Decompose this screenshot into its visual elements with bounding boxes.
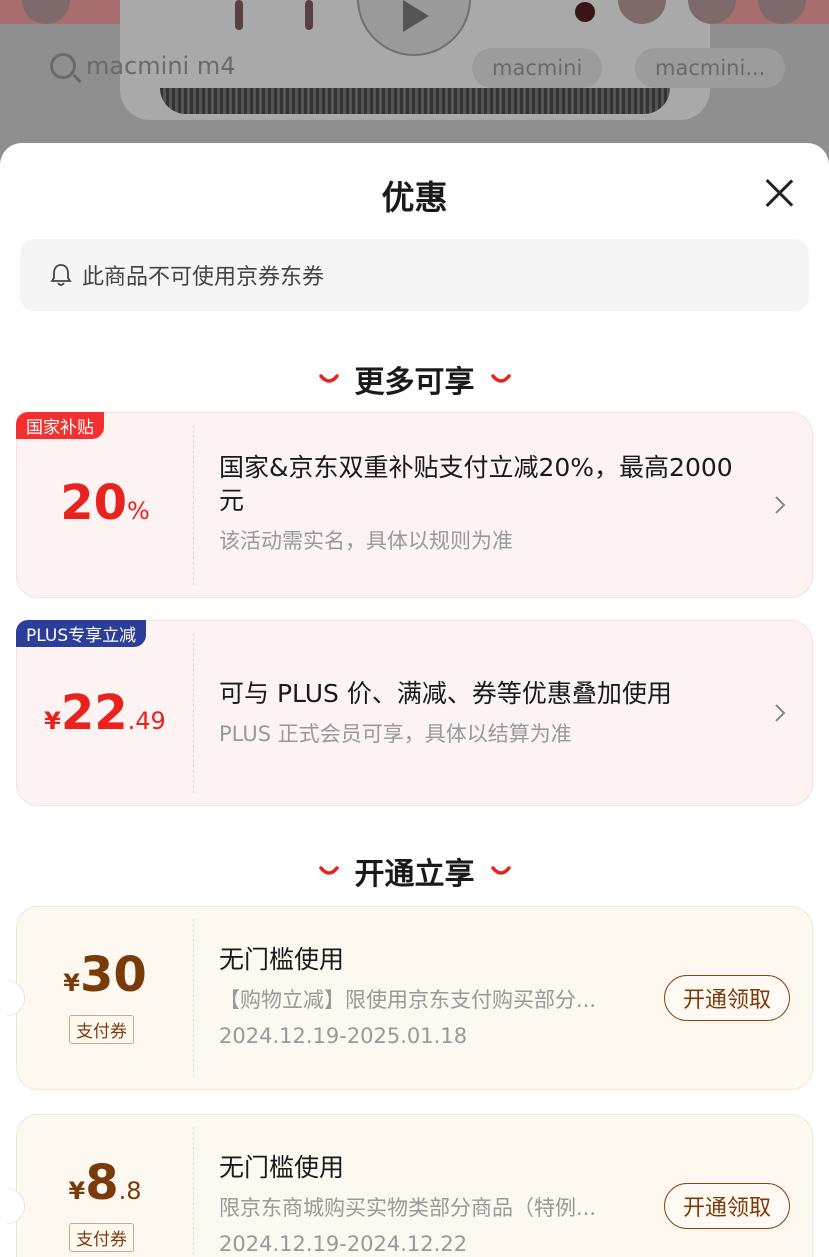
promo-title: 国家&京东双重补贴支付立减20%，最高2000元 bbox=[219, 453, 733, 515]
promo-title: 可与 PLUS 价、满减、券等优惠叠加使用 bbox=[219, 679, 672, 708]
smile-icon bbox=[490, 866, 511, 875]
promo-card-plus[interactable]: PLUS专享立减 ¥22.49 可与 PLUS 价、满减、券等优惠叠加使用 PL… bbox=[16, 620, 813, 806]
search-icon bbox=[50, 53, 76, 79]
pay-coupon-badge: 支付券 bbox=[69, 1015, 134, 1044]
notice-text: 此商品不可使用京券东券 bbox=[82, 265, 325, 290]
coupon-title: 无门槛使用 bbox=[219, 945, 345, 974]
sheet-title: 优惠 bbox=[381, 178, 448, 217]
amount-suffix: .8 bbox=[118, 1177, 142, 1205]
coupon-subtitle: 限京东商城购买实物类部分商品（特例... bbox=[219, 1196, 597, 1220]
promo-content: 国家&京东双重补贴支付立减20%，最高2000元 该活动需实名，具体以规则为准 bbox=[219, 451, 752, 555]
discount-sheet: 优惠 此商品不可使用京券东券 更多可享 国家补贴 20% 国家&京东双重补贴支付… bbox=[0, 143, 829, 1257]
search-query: macmini m4 bbox=[86, 52, 236, 80]
smile-icon bbox=[490, 374, 511, 383]
currency-symbol: ¥ bbox=[68, 1177, 86, 1205]
promo-amount: 20% bbox=[17, 475, 193, 531]
promo-subtitle: 该活动需实名，具体以规则为准 bbox=[219, 529, 513, 553]
close-icon[interactable] bbox=[763, 177, 795, 209]
smile-icon bbox=[318, 374, 339, 383]
background-search: macmini m4 bbox=[50, 52, 235, 80]
product-detail-mark bbox=[305, 0, 313, 30]
amount-value: 8 bbox=[85, 1155, 119, 1211]
claim-button[interactable]: 开通领取 bbox=[664, 975, 790, 1021]
section-header-more: 更多可享 bbox=[0, 357, 829, 401]
coupon-title: 无门槛使用 bbox=[219, 1153, 345, 1182]
promo-tag: PLUS专享立减 bbox=[16, 620, 147, 647]
chevron-right-icon bbox=[775, 496, 786, 514]
coupon-amount: ¥8.8 bbox=[17, 1155, 193, 1211]
amount-value: 22 bbox=[60, 685, 128, 741]
card-divider bbox=[193, 1127, 194, 1257]
amount-value: 30 bbox=[79, 947, 147, 1003]
bell-icon bbox=[50, 264, 72, 286]
amount-value: 20 bbox=[60, 475, 127, 531]
product-led-dot bbox=[575, 2, 595, 22]
section-title: 更多可享 bbox=[354, 365, 475, 400]
coupon-content: 无门槛使用 限京东商城购买实物类部分商品（特例... 2024.12.19-20… bbox=[219, 1151, 642, 1256]
product-detail-mark bbox=[235, 0, 243, 30]
promo-content: 可与 PLUS 价、满减、券等优惠叠加使用 PLUS 正式会员可享，具体以结算为… bbox=[219, 677, 752, 748]
chevron-right-icon bbox=[775, 704, 786, 722]
smile-icon bbox=[318, 866, 339, 875]
amount-suffix: % bbox=[126, 497, 150, 525]
card-divider bbox=[193, 633, 194, 793]
currency-symbol: ¥ bbox=[63, 969, 80, 997]
claim-button[interactable]: 开通领取 bbox=[664, 1183, 790, 1229]
section-title: 开通立享 bbox=[354, 857, 475, 892]
card-divider bbox=[193, 425, 194, 585]
promo-amount: ¥22.49 bbox=[17, 685, 193, 741]
pay-coupon-badge: 支付券 bbox=[69, 1223, 134, 1252]
search-chip: macmini... bbox=[635, 48, 786, 88]
section-header-open: 开通立享 bbox=[0, 849, 829, 893]
coupon-card: ¥8.8 支付券 无门槛使用 限京东商城购买实物类部分商品（特例... 2024… bbox=[7, 1114, 813, 1257]
card-divider bbox=[193, 919, 194, 1077]
product-image-vent bbox=[160, 88, 670, 114]
coupon-date: 2024.12.19-2024.12.22 bbox=[219, 1232, 468, 1256]
currency-symbol: ¥ bbox=[44, 707, 61, 735]
coupon-card: ¥30 支付券 无门槛使用 【购物立减】限使用京东支付购买部分... 2024.… bbox=[7, 906, 813, 1090]
promo-card-subsidy[interactable]: 国家补贴 20% 国家&京东双重补贴支付立减20%，最高2000元 该活动需实名… bbox=[16, 412, 813, 598]
notice-banner: 此商品不可使用京券东券 bbox=[20, 239, 809, 311]
amount-suffix: .49 bbox=[127, 707, 166, 735]
coupon-date: 2024.12.19-2025.01.18 bbox=[219, 1024, 468, 1048]
promo-subtitle: PLUS 正式会员可享，具体以结算为准 bbox=[219, 722, 572, 746]
coupon-subtitle: 【购物立减】限使用京东支付购买部分... bbox=[219, 988, 597, 1012]
search-chip: macmini bbox=[472, 48, 603, 88]
coupon-amount: ¥30 bbox=[17, 947, 193, 1003]
promo-tag: 国家补贴 bbox=[16, 412, 104, 439]
coupon-content: 无门槛使用 【购物立减】限使用京东支付购买部分... 2024.12.19-20… bbox=[219, 943, 642, 1048]
